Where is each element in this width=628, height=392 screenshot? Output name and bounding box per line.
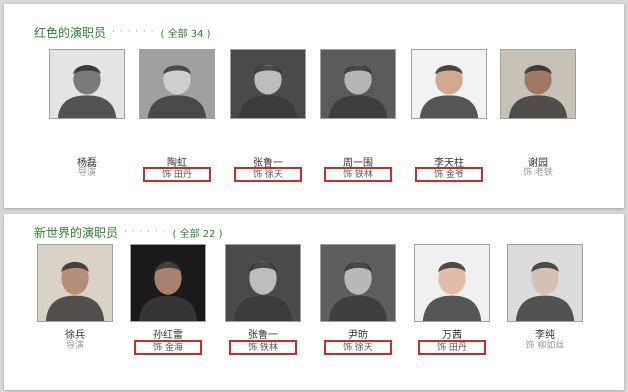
cast-section-xinshijie: 新世界的演职员 · · · · · · ( 全部 22 ) 徐兵 导演 孙红雷饰 金… [4,214,624,390]
cast-card[interactable]: 张鲁一饰 徐天 [230,49,320,209]
cast-card[interactable]: 徐兵 导演 [37,244,127,392]
actor-photo[interactable] [225,244,301,322]
role-label: 饰 徐天 [324,340,392,355]
actor-photo[interactable] [130,244,206,322]
actor-photo[interactable] [37,244,113,322]
cast-section-hongse: 红色的演职员 · · · · · · ( 全部 34 ) 杨磊 导演 陶虹饰 田丹张… [4,4,624,208]
role-label: 饰 铁林 [324,167,392,182]
role-label: 饰 田丹 [143,167,211,182]
role-label: 饰 徐天 [234,167,302,182]
actor-photo[interactable] [49,49,125,119]
role-label: 饰 金爷 [415,167,483,182]
actor-photo[interactable] [414,244,490,322]
cast-card[interactable]: 李天柱饰 金爷 [411,49,501,209]
actor-photo[interactable] [500,49,576,119]
role-label: 饰 田丹 [418,340,486,355]
actor-name[interactable]: 孙红雷 [130,326,206,341]
cast-card[interactable]: 张鲁一饰 铁林 [225,244,315,392]
actor-photo[interactable] [411,49,487,119]
role-label: 导演 [65,341,84,351]
actor-name[interactable]: 尹昉 [320,326,396,341]
cast-card[interactable]: 孙红雷饰 金海 [130,244,220,392]
role-label: 饰 老铁 [523,168,553,178]
actor-name[interactable]: 徐兵 [37,326,113,341]
cast-card[interactable]: 陶虹饰 田丹 [139,49,229,209]
actor-photo[interactable] [320,49,396,119]
cast-card[interactable]: 万茜饰 田丹 [414,244,504,392]
cast-card[interactable]: 杨磊 导演 [49,49,139,209]
actor-name[interactable]: 李纯 [507,326,583,341]
actor-photo[interactable] [139,49,215,119]
role-label: 导演 [77,168,96,178]
role-label: 饰 金海 [134,340,202,355]
cast-list: 徐兵 导演 孙红雷饰 金海 张鲁一饰 铁林 尹昉饰 徐天 万茜饰 田丹 李纯饰 柳如丝 [4,214,624,390]
cast-list: 杨磊 导演 陶虹饰 田丹 张鲁一饰 徐天 周一围饰 铁林 李天柱饰 金爷 谢园饰 老铁 [4,4,624,208]
cast-card[interactable]: 尹昉饰 徐天 [320,244,410,392]
actor-photo[interactable] [320,244,396,322]
role-label: 饰 铁林 [229,340,297,355]
actor-name[interactable]: 万茜 [414,326,490,341]
cast-card[interactable]: 谢园饰 老铁 [500,49,590,209]
actor-photo[interactable] [507,244,583,322]
cast-card[interactable]: 李纯饰 柳如丝 [507,244,597,392]
actor-name[interactable]: 张鲁一 [225,326,301,341]
actor-photo[interactable] [230,49,306,119]
role-label: 饰 柳如丝 [525,341,565,351]
cast-card[interactable]: 周一围饰 铁林 [320,49,410,209]
